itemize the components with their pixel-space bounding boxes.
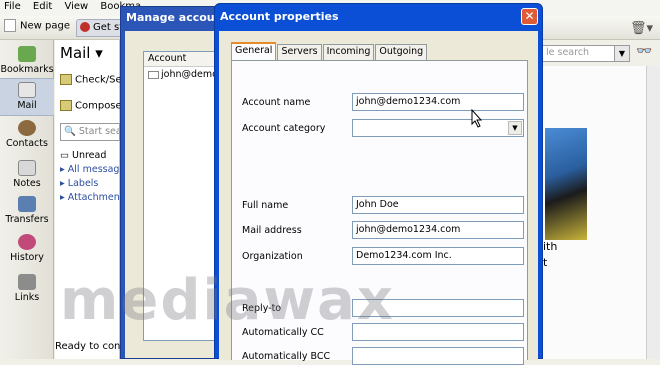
panel-label: Contacts: [6, 138, 48, 149]
menu-edit[interactable]: Edit: [29, 0, 57, 12]
full-name-field[interactable]: John Doe: [352, 196, 524, 214]
menu-view[interactable]: View: [60, 0, 93, 12]
panel-mail[interactable]: Mail: [0, 78, 54, 116]
panel-bookmarks[interactable]: Bookmarks: [0, 46, 54, 75]
new-page-button[interactable]: New page: [4, 19, 70, 32]
tab-outgoing[interactable]: Outgoing: [375, 44, 428, 60]
panel-transfers[interactable]: Transfers: [0, 196, 54, 225]
compose-button[interactable]: Compose: [60, 100, 120, 112]
content-text: t: [543, 256, 548, 269]
tree-label: All messag: [67, 164, 120, 175]
page-scrollbar[interactable]: [646, 66, 660, 359]
mail-panel-title[interactable]: Mail ▾: [60, 44, 103, 62]
person-photo: [545, 128, 587, 240]
panel-label: Bookmarks: [0, 64, 54, 75]
panel-history[interactable]: History: [0, 234, 54, 263]
links-icon: [18, 274, 36, 290]
account-name-label: Account name: [242, 97, 311, 108]
contacts-icon: [18, 120, 36, 136]
search-dropdown-icon[interactable]: ▼: [614, 45, 630, 62]
tab-getting-started[interactable]: Get st: [76, 19, 126, 37]
new-page-label: New page: [20, 20, 70, 32]
mail-address-field[interactable]: john@demo1234.com: [352, 221, 524, 239]
auto-bcc-field[interactable]: [352, 347, 524, 365]
organization-field[interactable]: Demo1234.com Inc.: [352, 247, 524, 265]
bookmarks-icon: [18, 46, 36, 62]
watermark-logo: mediawax: [60, 268, 396, 333]
content-text: ith: [543, 240, 558, 253]
tab-incoming[interactable]: Incoming: [322, 44, 375, 60]
panel-label: Links: [14, 292, 40, 303]
status-bar: Ready to conn: [55, 341, 120, 352]
panel-label: Mail: [17, 100, 37, 111]
chevron-down-icon[interactable]: ▼: [508, 121, 522, 135]
transfers-icon: [18, 196, 36, 212]
tab-servers[interactable]: Servers: [277, 44, 322, 60]
mail-account-icon: [148, 70, 159, 79]
organization-label: Organization: [242, 251, 303, 262]
menu-file[interactable]: File: [0, 0, 26, 12]
tree-labels[interactable]: ▸ Labels: [60, 178, 120, 189]
panel-label: Notes: [13, 178, 41, 189]
tree-label: Attachmen: [67, 192, 120, 203]
compose-label: Compose: [75, 100, 120, 112]
panel-contacts[interactable]: Contacts: [0, 120, 54, 149]
panel-bar: Bookmarks Mail Contacts Notes Transfers …: [0, 40, 54, 359]
tree-unread[interactable]: ▭ Unread: [60, 150, 120, 161]
mouse-cursor-icon: [471, 109, 483, 128]
auto-bcc-label: Automatically BCC: [242, 351, 331, 362]
panel-notes[interactable]: Notes: [0, 160, 54, 189]
full-name-label: Full name: [242, 200, 289, 211]
check-mail-icon: [60, 74, 72, 85]
tree-label: Labels: [67, 178, 99, 189]
notes-icon: [18, 160, 36, 176]
check-send-label: Check/Se: [75, 74, 120, 86]
tab-general[interactable]: General: [231, 42, 277, 60]
glasses-icon[interactable]: 👓: [636, 44, 652, 59]
mail-address-label: Mail address: [242, 225, 302, 236]
panel-label: History: [10, 252, 44, 263]
close-icon[interactable]: ✕: [521, 8, 538, 25]
panel-label: Transfers: [5, 214, 49, 225]
trash-icon[interactable]: 🗑▾: [630, 21, 653, 36]
mail-icon: [18, 82, 36, 98]
opera-icon: [80, 22, 90, 32]
account-category-label: Account category: [242, 123, 326, 134]
check-send-button[interactable]: Check/Se: [60, 74, 120, 86]
tab-label: Get st: [93, 22, 124, 33]
search-icon: 🔍: [64, 126, 76, 137]
account-category-select[interactable]: ▼: [352, 119, 524, 137]
compose-icon: [60, 100, 72, 111]
tree-label: Unread: [72, 150, 107, 161]
account-name-field[interactable]: john@demo1234.com: [352, 93, 524, 111]
new-page-icon: [4, 19, 16, 32]
tree-all-messages[interactable]: ▸ All messag: [60, 164, 120, 175]
history-icon: [18, 234, 36, 250]
mail-search-input[interactable]: 🔍 Start sea: [60, 123, 120, 141]
panel-links[interactable]: Links: [0, 274, 54, 303]
search-placeholder: Start sea: [78, 126, 120, 137]
tab-bar: General Servers Incoming Outgoing: [231, 42, 428, 60]
tree-attachments[interactable]: ▸ Attachmen: [60, 192, 120, 203]
dialog-title: Account properties: [220, 10, 339, 23]
